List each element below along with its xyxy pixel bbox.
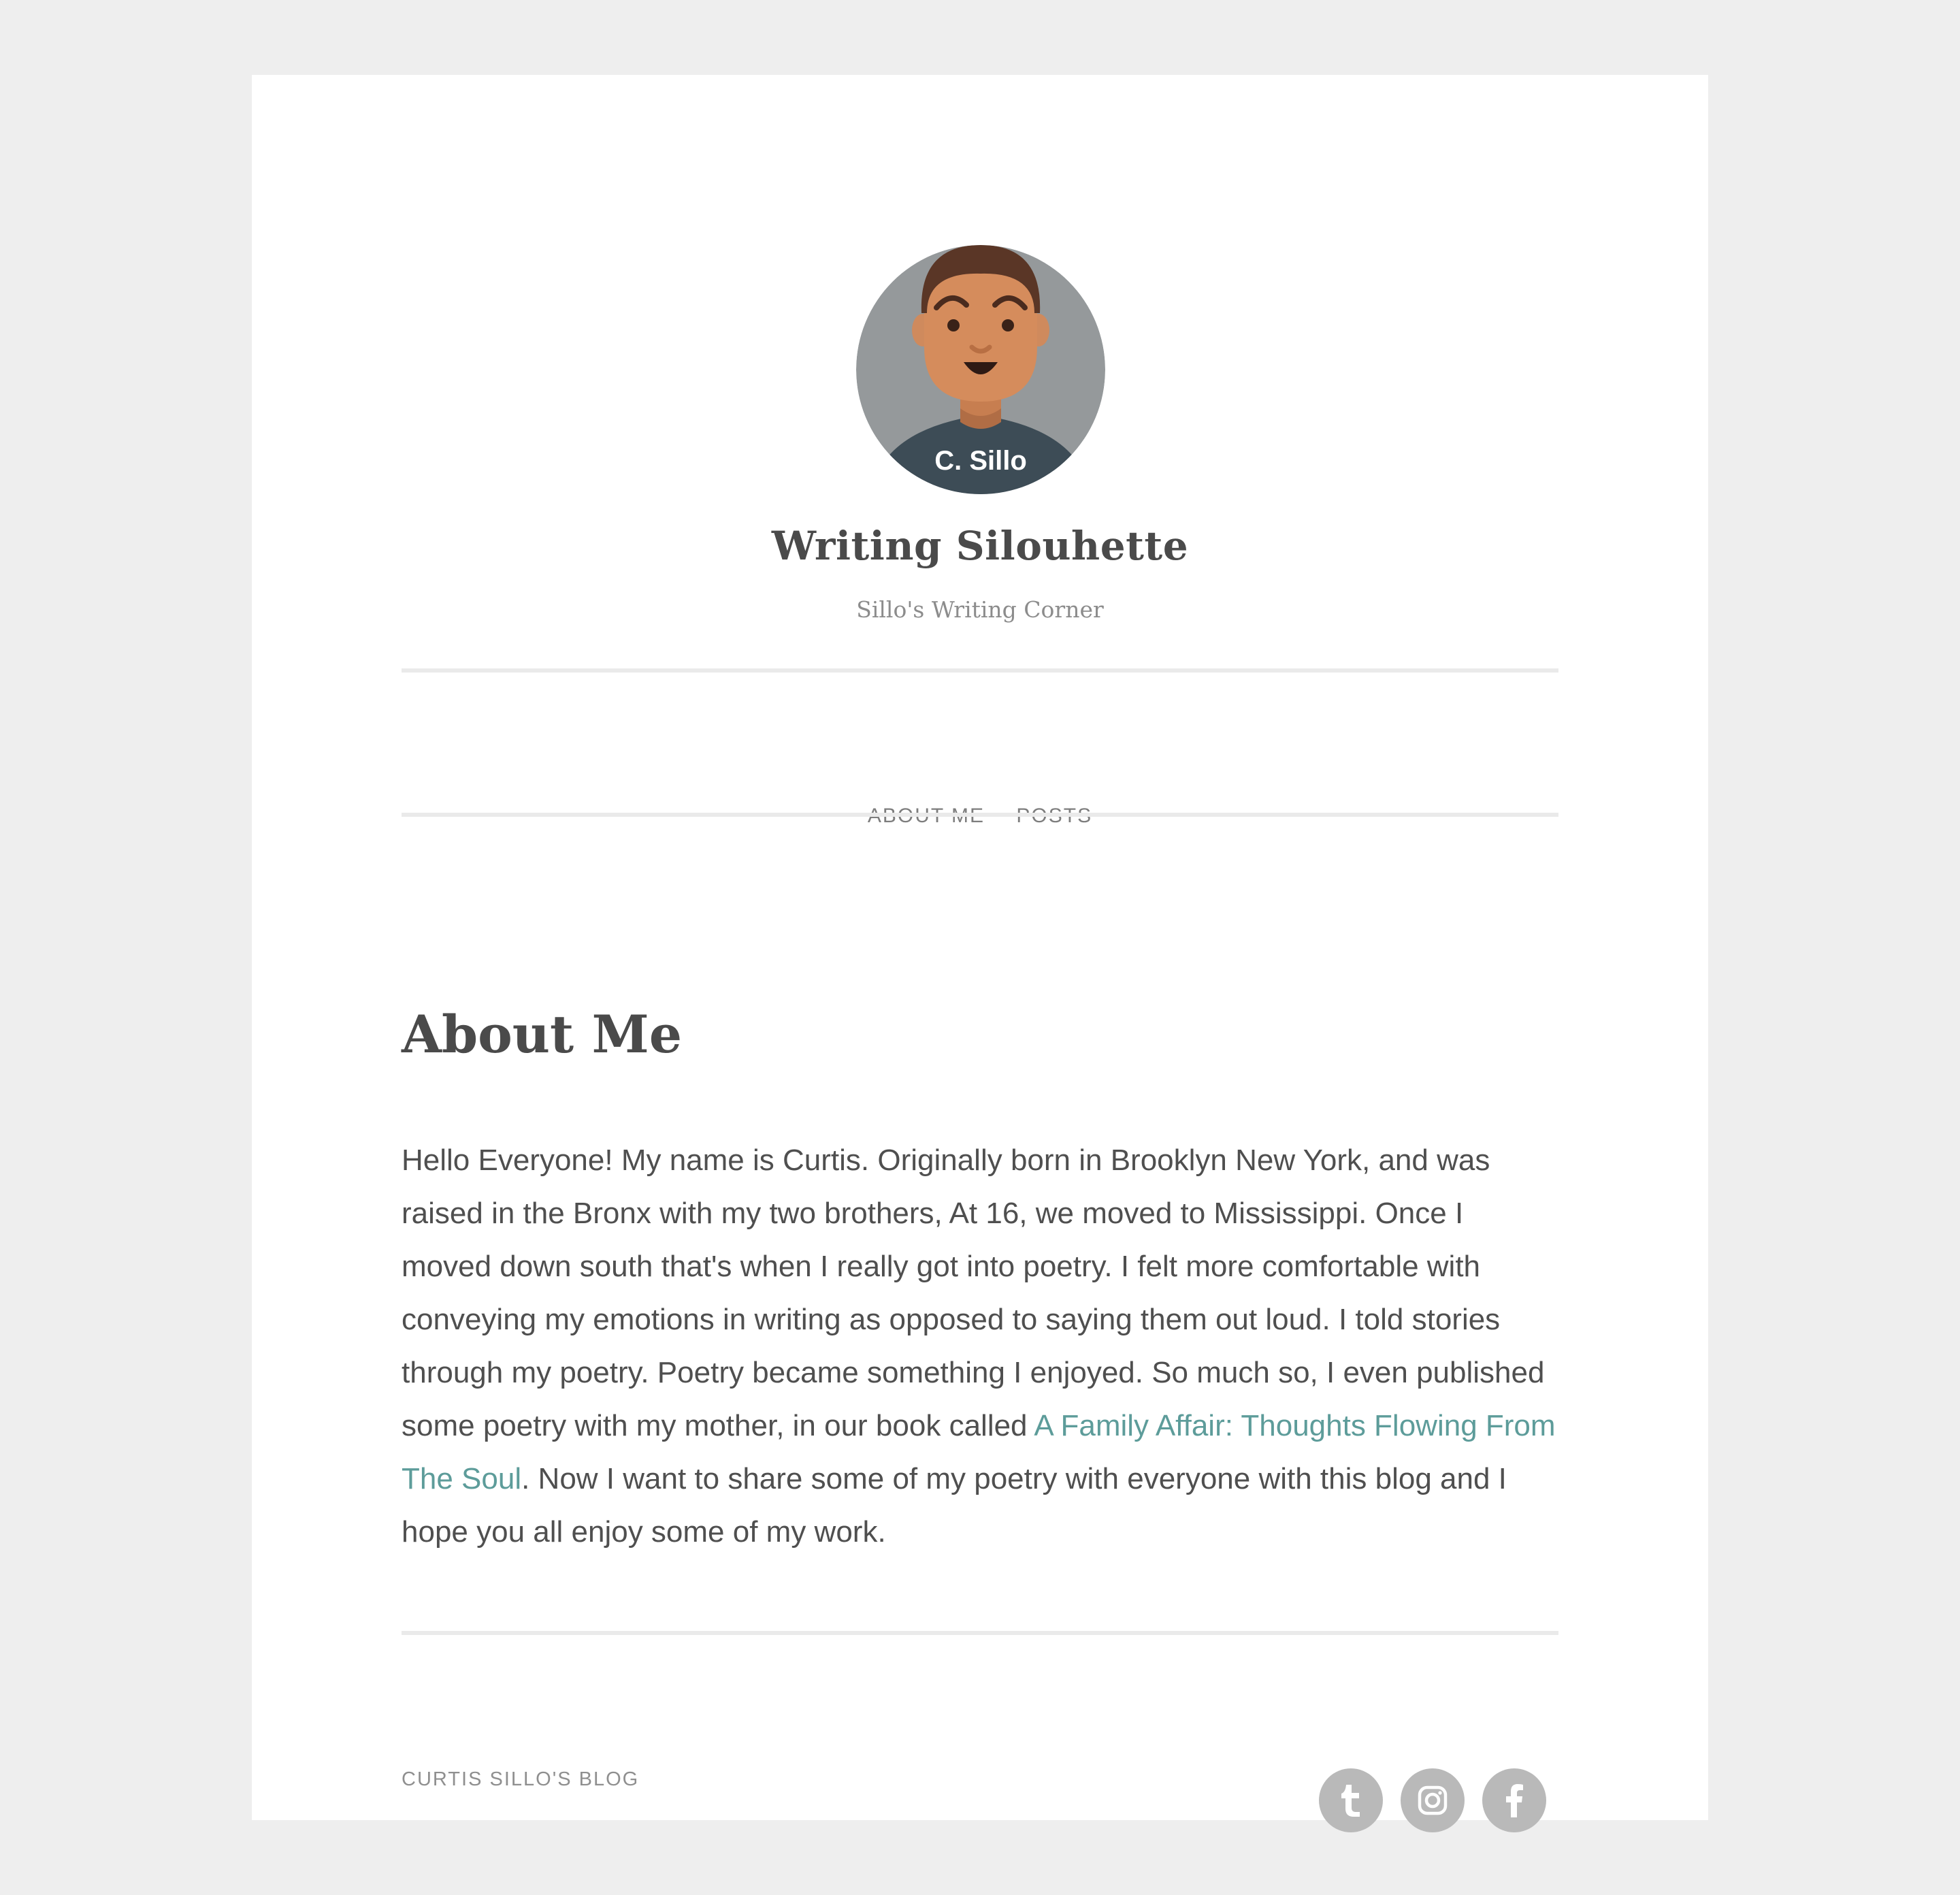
page-title: About Me (402, 1004, 683, 1065)
instagram-icon (1418, 1785, 1448, 1815)
avatar-caption: C. Sillo (934, 446, 1027, 476)
avatar[interactable]: C. Sillo (856, 245, 1105, 494)
site-title[interactable]: Writing Silouhette (252, 523, 1708, 569)
avatar-illustration: C. Sillo (856, 245, 1105, 494)
article-text-intro: Hello Everyone! My name is Curtis. Origi… (402, 1144, 1545, 1442)
site-tagline: Sillo's Writing Corner (856, 596, 1104, 623)
article-body: Hello Everyone! My name is Curtis. Origi… (402, 1134, 1558, 1559)
facebook-button[interactable] (1482, 1768, 1546, 1832)
instagram-button[interactable] (1401, 1768, 1465, 1832)
facebook-icon (1506, 1784, 1523, 1817)
page-card: C. Sillo Writing Silouhette Sillo's Writ… (252, 75, 1708, 1832)
footer-site-name: CURTIS SILLO'S BLOG (402, 1768, 640, 1790)
tumblr-button[interactable] (1319, 1768, 1383, 1832)
article-text-outro: . Now I want to share some of my poetry … (402, 1462, 1507, 1549)
header-divider-top (402, 668, 1558, 673)
footer-divider (402, 1631, 1558, 1635)
header-divider-bottom (402, 813, 1558, 817)
tumblr-icon (1341, 1785, 1360, 1817)
